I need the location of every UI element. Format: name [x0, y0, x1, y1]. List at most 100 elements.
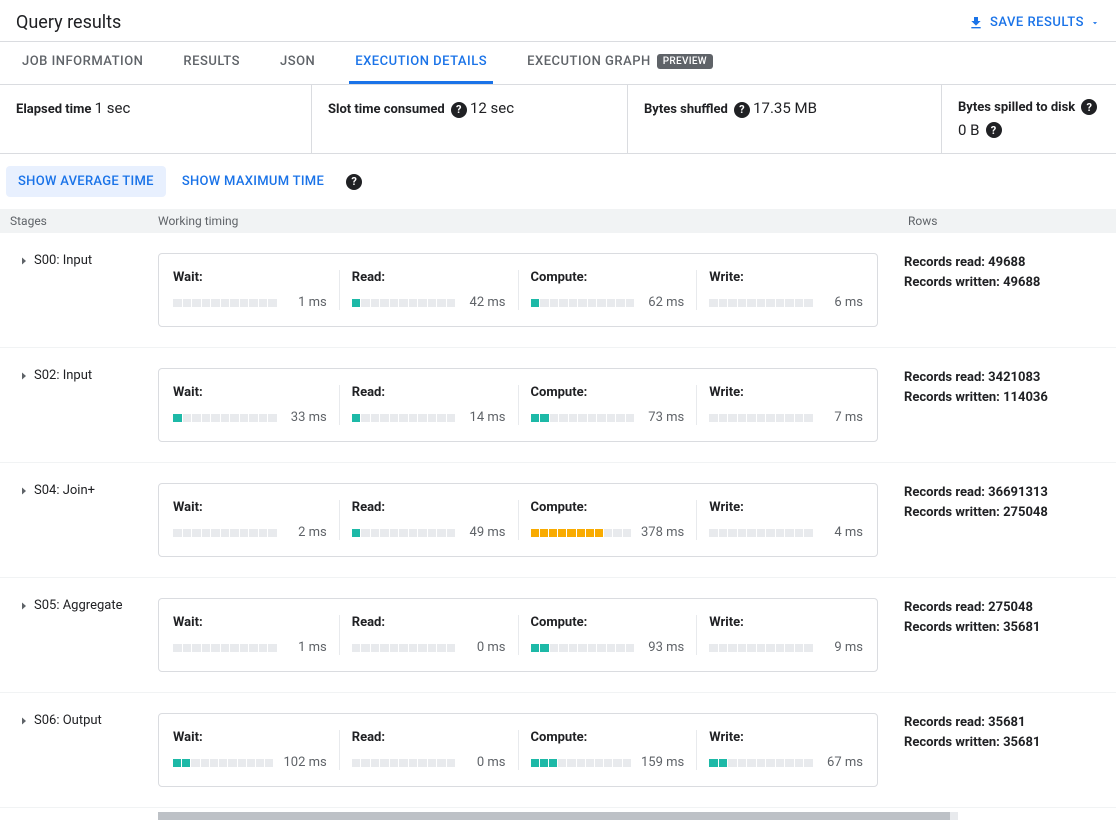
timing-label: Write: — [709, 270, 863, 285]
timing-write: Write: 7 ms — [697, 385, 863, 425]
timing-read: Read:49 ms — [340, 500, 519, 540]
timing-write: Write: 9 ms — [697, 615, 863, 655]
timing-card: Wait:2 msRead:49 msCompute:378 msWrite:4… — [158, 483, 878, 557]
timing-read: Read:0 ms — [340, 730, 519, 770]
show-maximum-time-button[interactable]: SHOW MAXIMUM TIME — [170, 166, 336, 197]
timing-wait: Wait:1 ms — [173, 615, 340, 655]
records-read: Records read: 3421083 — [904, 368, 1116, 388]
chevron-right-icon — [18, 485, 30, 497]
timing-compute: Compute: 93 ms — [519, 615, 698, 655]
timing-label: Wait: — [173, 500, 327, 515]
timing-value: 73 ms — [644, 410, 684, 425]
summary-spilled: Bytes spilled to disk? 0 B? — [942, 85, 1116, 153]
timing-label: Read: — [352, 500, 506, 515]
timing-write: Write:6 ms — [697, 270, 863, 310]
summary-spilled-label: Bytes spilled to disk — [958, 100, 1075, 115]
summary-elapsed-label: Elapsed time — [16, 102, 91, 117]
save-results-button[interactable]: SAVE RESULTS — [968, 15, 1100, 31]
timing-value: 4 ms — [823, 525, 863, 540]
timing-label: Compute: — [531, 615, 685, 630]
stage-name: S04: Join+ — [34, 483, 95, 498]
stage-expand-toggle[interactable]: S00: Input — [0, 253, 158, 327]
timing-label: Compute: — [531, 500, 685, 515]
summary-slot-value: 12 sec — [470, 99, 514, 117]
timing-write: Write:67 ms — [697, 730, 863, 770]
timing-value: 1 ms — [287, 640, 327, 655]
progress-bar — [173, 414, 277, 422]
stage-expand-toggle[interactable]: S05: Aggregate — [0, 598, 158, 672]
horizontal-scrollbar[interactable] — [158, 812, 958, 820]
progress-bar — [531, 644, 635, 652]
timing-label: Wait: — [173, 730, 327, 745]
summary-elapsed: Elapsed time 1 sec — [0, 85, 312, 153]
stage-name: S00: Input — [34, 253, 92, 268]
summary-slot-label: Slot time consumed — [328, 102, 445, 117]
summary-slot: Slot time consumed? 12 sec — [312, 85, 628, 153]
tab-job-information[interactable]: JOB INFORMATION — [16, 42, 149, 84]
tab-label: EXECUTION DETAILS — [355, 54, 487, 69]
timing-write: Write: 4 ms — [697, 500, 863, 540]
timing-col-header: Working timing — [158, 214, 908, 228]
timing-read: Read:14 ms — [340, 385, 519, 425]
timing-compute: Compute: 378 ms — [519, 500, 698, 540]
stage-rows: Records read: 49688Records written: 4968… — [878, 253, 1116, 327]
chevron-right-icon — [18, 600, 30, 612]
progress-bar — [531, 529, 631, 537]
records-written: Records written: 49688 — [904, 273, 1116, 293]
timing-value: 42 ms — [466, 295, 506, 310]
stage-name: S02: Input — [34, 368, 92, 383]
timing-label: Write: — [709, 500, 863, 515]
timing-label: Compute: — [531, 385, 685, 400]
help-icon[interactable]: ? — [451, 102, 467, 118]
stage-row: S00: InputWait:1 msRead:42 msCompute:62 … — [0, 233, 1116, 348]
progress-bar — [531, 414, 635, 422]
caret-down-icon — [1090, 18, 1100, 28]
stage-name: S05: Aggregate — [34, 598, 122, 613]
stages-col-header: Stages — [0, 214, 158, 228]
time-toggle: SHOW AVERAGE TIME SHOW MAXIMUM TIME ? — [0, 154, 1116, 209]
tab-label: JOB INFORMATION — [22, 54, 143, 69]
progress-bar — [352, 414, 456, 422]
save-results-label: SAVE RESULTS — [990, 15, 1084, 30]
tab-execution-graph[interactable]: EXECUTION GRAPHPREVIEW — [521, 42, 719, 84]
progress-bar — [531, 299, 635, 307]
stage-row: S06: OutputWait:102 msRead:0 msCompute:1… — [0, 693, 1116, 808]
summary-shuffled: Bytes shuffled? 17.35 MB — [628, 85, 942, 153]
stage-expand-toggle[interactable]: S02: Input — [0, 368, 158, 442]
timing-label: Read: — [352, 385, 506, 400]
timing-value: 33 ms — [287, 410, 327, 425]
stage-expand-toggle[interactable]: S04: Join+ — [0, 483, 158, 557]
help-icon[interactable]: ? — [986, 122, 1002, 138]
summary-spilled-value: 0 B — [958, 121, 980, 139]
timing-value: 1 ms — [287, 295, 327, 310]
timing-value: 9 ms — [823, 640, 863, 655]
progress-bar — [352, 644, 456, 652]
tab-execution-details[interactable]: EXECUTION DETAILS — [349, 42, 493, 84]
stage-expand-toggle[interactable]: S06: Output — [0, 713, 158, 787]
records-written: Records written: 35681 — [904, 733, 1116, 753]
tab-label: JSON — [280, 54, 315, 69]
timing-label: Write: — [709, 385, 863, 400]
progress-bar — [709, 529, 813, 537]
page-title: Query results — [16, 12, 121, 33]
records-read: Records read: 49688 — [904, 253, 1116, 273]
show-average-time-button[interactable]: SHOW AVERAGE TIME — [6, 166, 166, 197]
records-read: Records read: 275048 — [904, 598, 1116, 618]
timing-value: 93 ms — [644, 640, 684, 655]
download-icon — [968, 15, 984, 31]
timing-card: Wait:1 msRead:0 msCompute:93 msWrite:9 m… — [158, 598, 878, 672]
timing-label: Write: — [709, 615, 863, 630]
timing-value: 378 ms — [641, 525, 684, 540]
tab-json[interactable]: JSON — [274, 42, 321, 84]
timing-value: 7 ms — [823, 410, 863, 425]
summary-shuffled-value: 17.35 MB — [753, 99, 817, 117]
summary-shuffled-label: Bytes shuffled — [644, 102, 728, 117]
help-icon[interactable]: ? — [1081, 99, 1097, 115]
help-icon[interactable]: ? — [734, 102, 750, 118]
help-icon[interactable]: ? — [346, 174, 362, 190]
tab-results[interactable]: RESULTS — [177, 42, 246, 84]
preview-badge: PREVIEW — [657, 54, 713, 69]
timing-label: Read: — [352, 730, 506, 745]
stage-rows: Records read: 35681Records written: 3568… — [878, 713, 1116, 787]
timing-card: Wait:33 msRead:14 msCompute:73 msWrite:7… — [158, 368, 878, 442]
